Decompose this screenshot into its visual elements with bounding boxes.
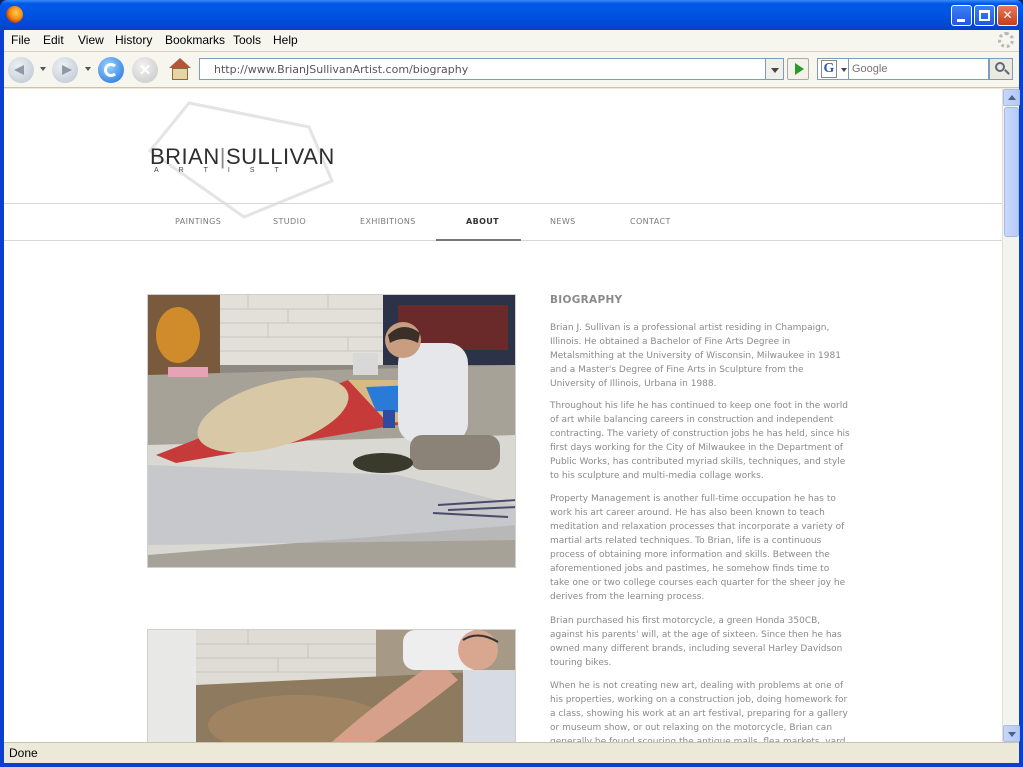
- bio-paragraph-1: Brian J. Sullivan is a professional arti…: [550, 323, 841, 389]
- menu-bookmarks[interactable]: Bookmarks: [165, 33, 225, 47]
- logo-first-name: BRIAN: [150, 144, 220, 169]
- url-history-dropdown[interactable]: [766, 58, 784, 80]
- reload-button[interactable]: [98, 57, 124, 83]
- artist-studio-photo: [147, 294, 516, 568]
- home-icon-body: [172, 68, 188, 80]
- forward-history-dropdown[interactable]: [85, 67, 91, 71]
- maximize-button[interactable]: [974, 5, 995, 26]
- browser-chrome: File Edit View History Bookmarks Tools H…: [4, 30, 1020, 763]
- page-viewport[interactable]: BRIAN|SULLIVAN ARTIST PAINTINGS STUDIO E…: [4, 89, 1002, 742]
- home-button[interactable]: [168, 58, 192, 82]
- nav-paintings[interactable]: PAINTINGS: [175, 217, 221, 226]
- go-button[interactable]: [787, 58, 809, 80]
- nav-contact[interactable]: CONTACT: [630, 217, 671, 226]
- menu-file[interactable]: File: [11, 33, 30, 47]
- logo-last-name: SULLIVAN: [225, 144, 335, 169]
- close-button[interactable]: ✕: [997, 5, 1018, 26]
- go-arrow-icon: [795, 63, 804, 75]
- nav-studio[interactable]: STUDIO: [273, 217, 306, 226]
- bio-paragraph-5: When he is not creating new art, dealing…: [550, 681, 848, 742]
- scroll-down-button[interactable]: [1003, 725, 1020, 742]
- vertical-scrollbar[interactable]: [1002, 89, 1020, 742]
- firefox-icon: [6, 6, 23, 23]
- scroll-up-button[interactable]: [1003, 89, 1020, 106]
- stop-icon: ✕: [138, 62, 152, 79]
- scrollbar-thumb[interactable]: [1004, 107, 1019, 237]
- chevron-down-icon: [771, 68, 779, 73]
- back-button[interactable]: [8, 57, 34, 83]
- url-input[interactable]: [200, 59, 740, 79]
- chevron-up-icon: [1008, 95, 1016, 100]
- browser-window: ✕ File Edit View History Bookmarks Tools…: [0, 0, 1023, 767]
- navigation-toolbar: ✕ G: [4, 52, 1019, 88]
- search-icon-handle: [1004, 69, 1010, 75]
- menu-view[interactable]: View: [78, 33, 104, 47]
- back-arrow-icon: [14, 65, 24, 75]
- chevron-down-icon: [841, 68, 847, 72]
- search-bar[interactable]: [849, 58, 989, 80]
- search-engine-selector[interactable]: G: [817, 58, 849, 80]
- google-icon: G: [821, 60, 837, 78]
- chevron-down-icon: [1008, 732, 1016, 737]
- nav-exhibitions[interactable]: EXHIBITIONS: [360, 217, 416, 226]
- menu-history[interactable]: History: [115, 33, 152, 47]
- title-bar[interactable]: ✕: [0, 0, 1023, 30]
- bio-paragraph-2: Throughout his life he has continued to …: [550, 401, 850, 481]
- menu-help[interactable]: Help: [273, 33, 298, 47]
- search-input[interactable]: [849, 59, 985, 79]
- menu-bar: File Edit View History Bookmarks Tools H…: [4, 30, 1019, 52]
- forward-arrow-icon: [62, 65, 72, 75]
- page-title: BIOGRAPHY: [550, 294, 623, 306]
- active-nav-indicator: [436, 239, 521, 241]
- throbber-icon: [998, 32, 1014, 48]
- site-navigation: PAINTINGS STUDIO EXHIBITIONS ABOUT NEWS …: [4, 204, 1002, 240]
- home-icon: [169, 58, 191, 68]
- site-header: BRIAN|SULLIVAN ARTIST: [4, 89, 1002, 219]
- status-text: Done: [9, 746, 38, 760]
- nav-about[interactable]: ABOUT: [466, 217, 499, 226]
- bio-paragraph-4: Brian purchased his first motorcycle, a …: [550, 616, 843, 668]
- minimize-button[interactable]: [951, 5, 972, 26]
- logo-subtitle: ARTIST: [154, 167, 299, 174]
- reload-icon: [104, 63, 118, 77]
- back-history-dropdown[interactable]: [40, 67, 46, 71]
- menu-tools[interactable]: Tools: [233, 33, 261, 47]
- address-bar[interactable]: [199, 58, 766, 80]
- status-bar: Done: [4, 742, 1019, 763]
- bio-paragraph-3: Property Management is another full-time…: [550, 494, 846, 602]
- nav-news[interactable]: NEWS: [550, 217, 576, 226]
- artist-working-photo: [147, 629, 516, 742]
- search-button[interactable]: [989, 58, 1013, 80]
- stop-button[interactable]: ✕: [132, 57, 158, 83]
- menu-edit[interactable]: Edit: [43, 33, 64, 47]
- forward-button[interactable]: [52, 57, 78, 83]
